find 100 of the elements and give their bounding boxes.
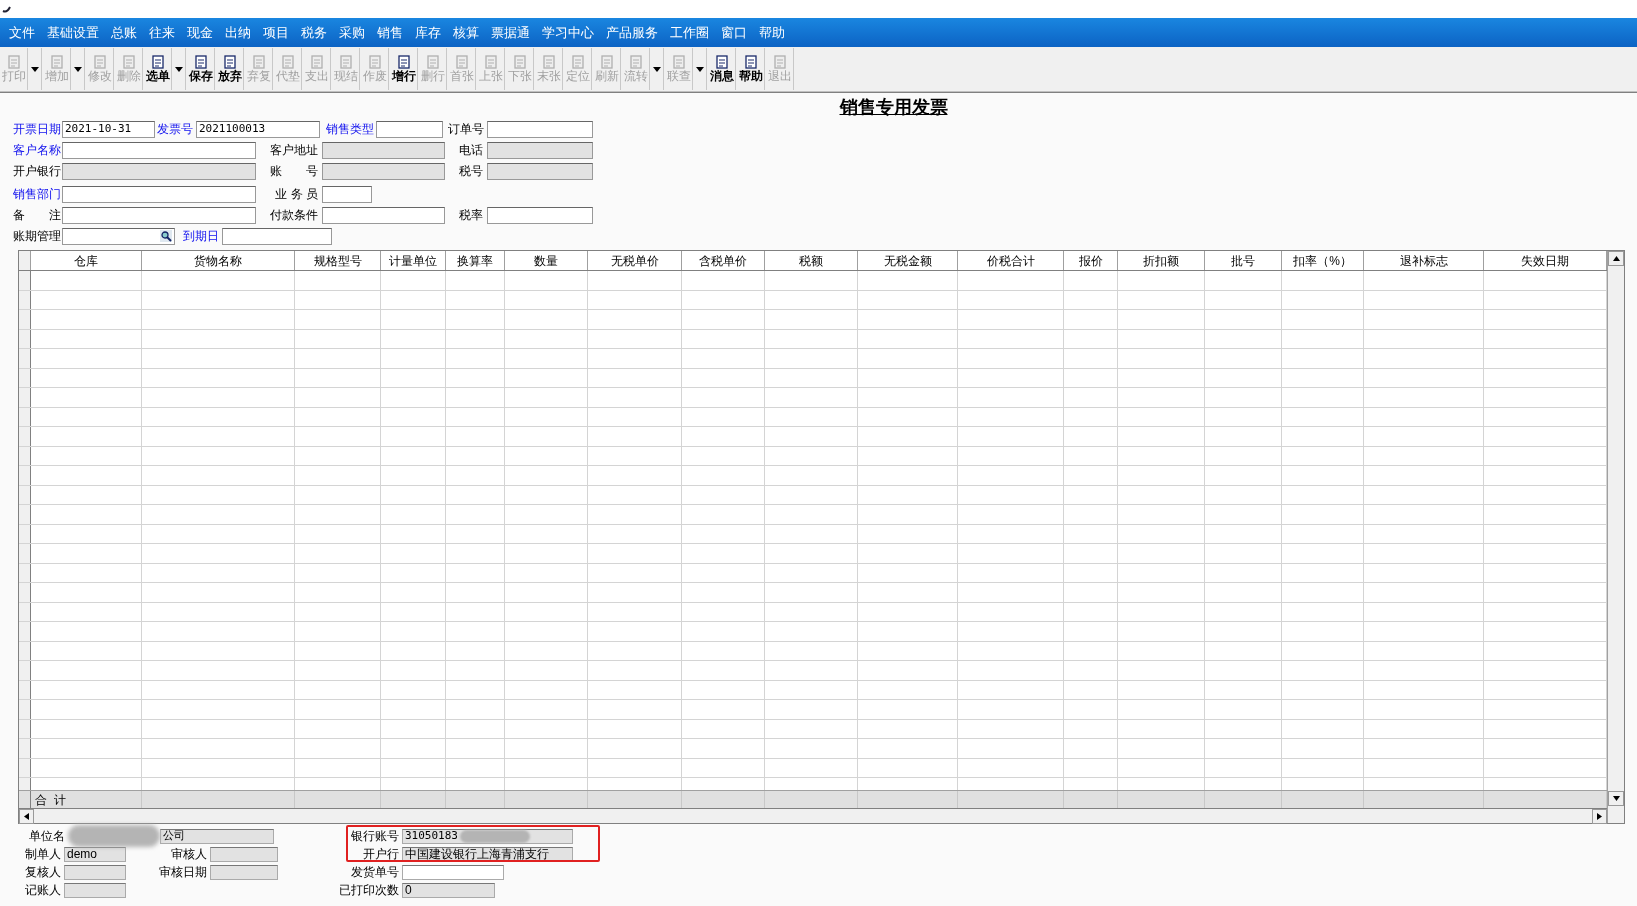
menu-item[interactable]: 往来 (144, 22, 180, 43)
menu-item[interactable]: 文件 (4, 22, 40, 43)
document-icon (309, 55, 324, 69)
caret-icon (74, 66, 82, 72)
toolbar-button[interactable]: 增行 (390, 48, 418, 90)
field-link[interactable]: 客户名称 (13, 141, 62, 159)
field-label: 复核人 (24, 864, 62, 881)
document-icon (570, 55, 585, 69)
menu-item[interactable]: 税务 (296, 22, 332, 43)
scroll-left-button[interactable] (19, 809, 34, 824)
input-field[interactable] (62, 185, 256, 203)
vertical-scrollbar[interactable] (1607, 251, 1624, 823)
right-arrow-icon (1597, 813, 1602, 820)
toolbar-button[interactable]: 消息 (708, 48, 736, 90)
down-arrow-icon (1612, 796, 1620, 801)
toolbar-button[interactable]: 帮助 (737, 48, 765, 90)
toolbar-button[interactable]: 选单 (144, 48, 172, 90)
menu-item[interactable]: 总账 (106, 22, 142, 43)
menu-item[interactable]: 帮助 (754, 22, 790, 43)
horizontal-scrollbar[interactable] (19, 808, 1607, 823)
input-field[interactable] (62, 206, 256, 224)
input-field[interactable] (322, 206, 445, 224)
caret-icon (653, 66, 661, 72)
menu-item[interactable]: 工作圈 (665, 22, 714, 43)
toolbar-button[interactable]: 放弃 (216, 48, 244, 90)
scroll-right-button[interactable] (1592, 809, 1607, 824)
field-label: 制单人 (24, 846, 62, 863)
document-icon (222, 55, 237, 69)
row-header[interactable] (19, 505, 31, 524)
document-icon (714, 55, 729, 69)
row-header[interactable] (19, 739, 31, 758)
document-icon (772, 55, 787, 69)
document-icon (599, 55, 614, 69)
field-label: 审核日期 (158, 864, 208, 881)
scroll-up-button[interactable] (1608, 251, 1624, 266)
row-header[interactable] (19, 310, 31, 329)
row-header[interactable] (19, 583, 31, 602)
input-field[interactable] (222, 227, 332, 245)
input-field[interactable] (487, 120, 593, 138)
input-field[interactable] (62, 227, 175, 245)
menu-item[interactable]: 票据通 (486, 22, 535, 43)
row-header[interactable] (19, 622, 31, 641)
menu-item[interactable]: 销售 (372, 22, 408, 43)
row-header[interactable] (19, 427, 31, 446)
row-header[interactable] (19, 349, 31, 368)
row-header[interactable] (19, 700, 31, 719)
menu-item[interactable]: 采购 (334, 22, 370, 43)
input-field[interactable]: 2021-10-31 (62, 120, 155, 138)
row-header[interactable] (19, 544, 31, 563)
document-icon (49, 55, 64, 69)
field-label: 业 务 员 (274, 186, 319, 203)
document-icon (338, 55, 353, 69)
row-header[interactable] (19, 661, 31, 680)
document-icon (743, 55, 758, 69)
field-label: 税号 (458, 163, 484, 180)
document-icon (628, 55, 643, 69)
field-label: 订单号 (448, 121, 485, 138)
input-field[interactable] (322, 185, 372, 203)
input-field[interactable] (402, 864, 504, 880)
document-icon (671, 55, 686, 69)
field-link[interactable]: 开票日期 (13, 120, 62, 138)
field-label: 银行账号 (350, 828, 400, 845)
toolbar-button[interactable]: 保存 (187, 48, 215, 90)
field-link[interactable]: 销售类型 (326, 120, 376, 138)
menu-item[interactable]: 项目 (258, 22, 294, 43)
input-field[interactable] (487, 206, 593, 224)
dropdown-button[interactable] (173, 48, 186, 90)
menu-item[interactable]: 库存 (410, 22, 446, 43)
document-icon (280, 55, 295, 69)
input-field[interactable] (62, 141, 256, 159)
field-link[interactable]: 销售部门 (13, 185, 62, 203)
menu-item[interactable]: 出纳 (220, 22, 256, 43)
input-field[interactable] (376, 120, 443, 138)
menu-item[interactable]: 学习中心 (537, 22, 599, 43)
field-label: 开户行 (362, 846, 400, 863)
scroll-down-button[interactable] (1608, 791, 1624, 806)
field-label: 账 号 (269, 163, 319, 180)
input-field[interactable]: 2021100013 (196, 120, 320, 138)
field-link[interactable]: 到期日 (183, 227, 222, 245)
menu-item[interactable]: 核算 (448, 22, 484, 43)
row-header[interactable] (19, 271, 31, 290)
menu-item[interactable]: 窗口 (716, 22, 752, 43)
field-label: 账期管理 (13, 228, 62, 245)
document-icon (396, 55, 411, 69)
field-label: 开户银行 (13, 163, 62, 180)
menu-item[interactable]: 产品服务 (601, 22, 663, 43)
document-icon (6, 55, 21, 69)
menu-item[interactable]: 基础设置 (42, 22, 104, 43)
menu-item[interactable]: 现金 (182, 22, 218, 43)
total-label: 合 计 (35, 792, 66, 809)
field-label: 审核人 (170, 846, 208, 863)
app-icon (2, 5, 12, 13)
document-icon (193, 55, 208, 69)
field-label: 已打印次数 (338, 882, 400, 899)
search-icon[interactable] (160, 230, 172, 242)
field-link[interactable]: 发票号 (157, 120, 196, 138)
field-label: 记账人 (24, 882, 62, 899)
row-header[interactable] (19, 388, 31, 407)
field-label: 发货单号 (350, 864, 400, 881)
row-header[interactable] (19, 466, 31, 485)
